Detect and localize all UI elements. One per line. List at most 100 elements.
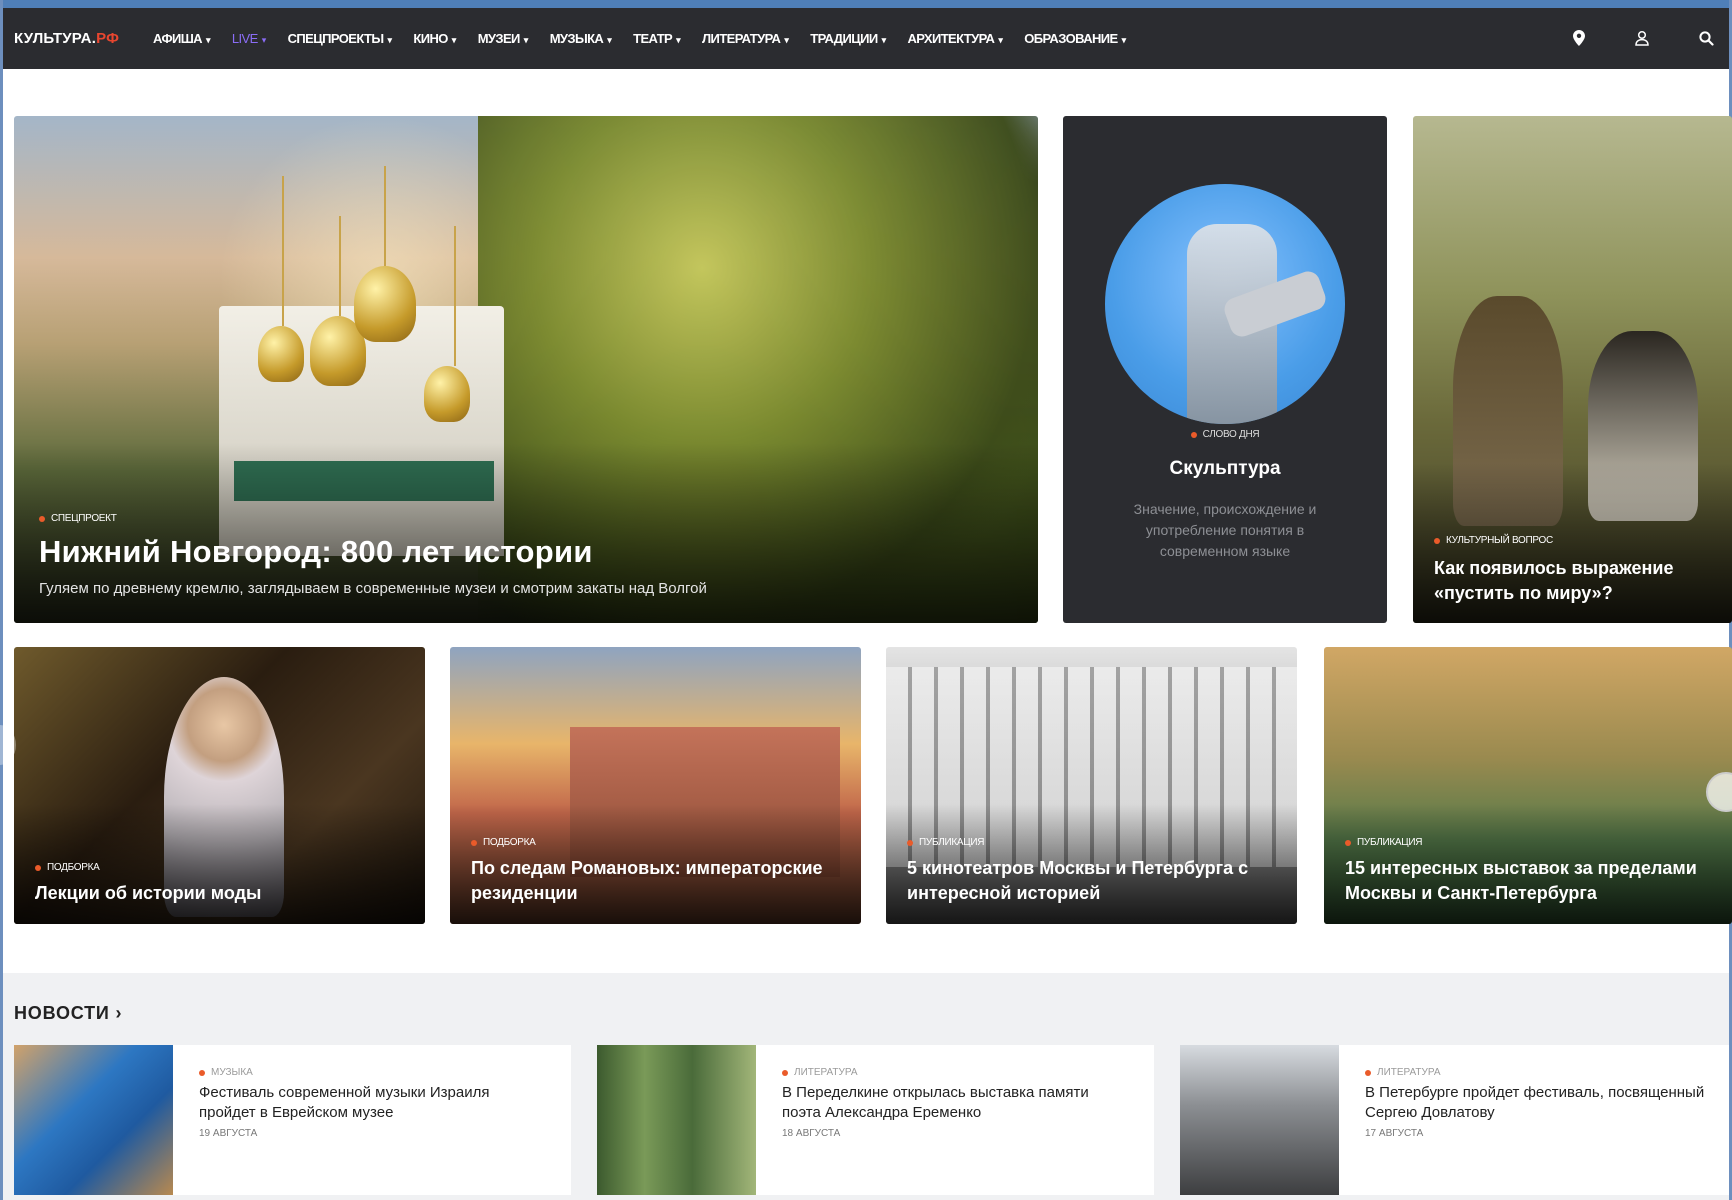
menu-item-label: ТЕАТР	[633, 31, 673, 46]
logo-suffix-text: РФ	[96, 30, 120, 47]
news-tag-label: ЛИТЕРАТУРА	[1377, 1067, 1441, 1078]
menu-item-arkhitektura[interactable]: АРХИТЕКТУРА ▾	[908, 31, 1003, 46]
hero-tag: СПЕЦПРОЕКТ	[39, 513, 117, 524]
chevron-down-icon: ▾	[261, 35, 267, 45]
hero-image-cross	[384, 166, 386, 266]
tag-dot-icon	[471, 839, 477, 846]
news-tag: ЛИТЕРАТУРА	[1365, 1067, 1441, 1078]
word-of-day-tag: СЛОВО ДНЯ	[1063, 429, 1387, 440]
chevron-down-icon: ▾	[387, 35, 392, 45]
menu-item-label: ТРАДИЦИИ	[810, 31, 878, 46]
news-heading-link[interactable]: НОВОСТИ ›	[14, 1003, 122, 1024]
card-tag: ПОДБОРКА	[471, 837, 536, 848]
location-icon[interactable]	[1569, 28, 1589, 48]
tag-dot-icon	[35, 864, 41, 871]
card-romanov-residences[interactable]: ПОДБОРКА По следам Романовых: императорс…	[450, 647, 861, 924]
chevron-down-icon: ▾	[676, 35, 681, 45]
tag-dot-icon	[39, 515, 45, 522]
menu-item-label: МУЗЫКА	[549, 31, 604, 46]
menu-item-muzyka[interactable]: МУЗЫКА ▾	[549, 31, 612, 46]
news-thumbnail	[14, 1045, 173, 1195]
menu-item-muzei[interactable]: МУЗЕИ ▾	[477, 31, 529, 46]
site-logo[interactable]: КУЛЬТУРА.РФ	[14, 30, 119, 47]
chevron-down-icon: ▾	[881, 35, 887, 45]
card-tag-label: ПОДБОРКА	[47, 862, 100, 873]
hero-card[interactable]: СПЕЦПРОЕКТ Нижний Новгород: 800 лет исто…	[14, 116, 1038, 623]
news-section: НОВОСТИ › МУЗЫКА Фестиваль современной м…	[3, 973, 1729, 1200]
menu-item-traditsii[interactable]: ТРАДИЦИИ ▾	[810, 31, 887, 46]
chevron-down-icon: ▾	[451, 35, 457, 45]
hero-image-dome	[354, 266, 416, 342]
hero-image-cross	[339, 216, 341, 316]
tag-dot-icon	[1190, 431, 1197, 438]
card-tag: ПУБЛИКАЦИЯ	[1345, 837, 1422, 848]
tag-dot-icon	[782, 1069, 788, 1076]
menu-item-label: МУЗЕИ	[477, 31, 521, 46]
hero-title: Нижний Новгород: 800 лет истории	[39, 534, 593, 569]
news-date: 17 АВГУСТА	[1365, 1128, 1424, 1139]
news-title: В Петербурге пройдет фестиваль, посвящен…	[1365, 1084, 1705, 1121]
card-exhibitions[interactable]: ПУБЛИКАЦИЯ 15 интересных выставок за пре…	[1324, 647, 1732, 924]
news-date: 19 АВГУСТА	[199, 1128, 258, 1139]
tag-dot-icon	[199, 1069, 205, 1076]
user-icon[interactable]	[1632, 28, 1652, 48]
menu-item-obrazovanie[interactable]: ОБРАЗОВАНИЕ ▾	[1024, 31, 1126, 46]
word-of-day-tag-label: СЛОВО ДНЯ	[1202, 429, 1260, 440]
hero-image-dome	[424, 366, 470, 422]
news-thumbnail	[1180, 1045, 1339, 1195]
chevron-down-icon: ▾	[998, 35, 1003, 45]
tag-dot-icon	[1434, 537, 1440, 544]
menu-item-live[interactable]: LIVE ▾	[232, 31, 266, 46]
chevron-right-icon: ›	[115, 1003, 123, 1023]
news-heading: НОВОСТИ	[14, 1003, 110, 1023]
menu-item-kino[interactable]: КИНО ▾	[413, 31, 457, 46]
news-item[interactable]: МУЗЫКА Фестиваль современной музыки Изра…	[14, 1045, 571, 1195]
word-of-day-card[interactable]: СЛОВО ДНЯ Скульптура Значение, происхожд…	[1063, 116, 1387, 623]
card-tag-label: ПОДБОРКА	[483, 837, 536, 848]
chevron-down-icon: ▾	[607, 35, 612, 45]
card-fashion-lectures[interactable]: ПОДБОРКА Лекции об истории моды	[14, 647, 425, 924]
hero-image-cross	[454, 226, 456, 366]
card-tag-label: ПУБЛИКАЦИЯ	[919, 837, 985, 848]
menu-item-teatr[interactable]: ТЕАТР ▾	[633, 31, 680, 46]
question-tag-label: КУЛЬТУРНЫЙ ВОПРОС	[1446, 535, 1553, 546]
card-cinemas[interactable]: ПУБЛИКАЦИЯ 5 кинотеатров Москвы и Петерб…	[886, 647, 1297, 924]
cultural-question-card[interactable]: КУЛЬТУРНЫЙ ВОПРОС Как появилось выражени…	[1413, 116, 1732, 623]
news-date: 18 АВГУСТА	[782, 1128, 841, 1139]
card-tag-label: ПУБЛИКАЦИЯ	[1357, 837, 1423, 848]
card-title: По следам Романовых: императорские резид…	[471, 858, 823, 903]
top-navigation: КУЛЬТУРА.РФ АФИША ▾ LIVE ▾ СПЕЦПРОЕКТЫ ▾ КИ…	[3, 8, 1729, 69]
question-tag: КУЛЬТУРНЫЙ ВОПРОС	[1434, 535, 1553, 546]
card-title: 15 интересных выставок за пределами Моск…	[1345, 858, 1697, 903]
menu-item-specprojects[interactable]: СПЕЦПРОЕКТЫ ▾	[288, 31, 392, 46]
news-item[interactable]: ЛИТЕРАТУРА В Переделкине открылась выста…	[597, 1045, 1154, 1195]
menu-item-label: АФИША	[153, 31, 203, 46]
tag-dot-icon	[1345, 839, 1351, 846]
news-title: В Переделкине открылась выставка памяти …	[782, 1084, 1089, 1121]
menu-item-label: ОБРАЗОВАНИЕ	[1024, 31, 1118, 46]
chevron-down-icon: ▾	[784, 35, 789, 45]
tag-dot-icon	[1365, 1069, 1371, 1076]
menu-item-label: LIVE	[231, 31, 258, 46]
hero-subtitle: Гуляем по древнему кремлю, заглядываем в…	[39, 580, 707, 597]
hero-tag-label: СПЕЦПРОЕКТ	[51, 513, 117, 524]
card-tag: ПОДБОРКА	[35, 862, 100, 873]
news-item[interactable]: ЛИТЕРАТУРА В Петербурге пройдет фестивал…	[1180, 1045, 1729, 1195]
menu-item-label: КИНО	[413, 31, 448, 46]
menu-item-afisha[interactable]: АФИША ▾	[153, 31, 210, 46]
news-tag-label: МУЗЫКА	[211, 1067, 253, 1078]
word-of-day-image	[1105, 184, 1345, 424]
card-tag: ПУБЛИКАЦИЯ	[907, 837, 984, 848]
word-of-day-title: Скульптура	[1169, 458, 1281, 479]
word-of-day-description: Значение, происхождение и употребление п…	[1133, 501, 1317, 559]
chevron-down-icon: ▾	[523, 35, 529, 45]
card-title: 5 кинотеатров Москвы и Петербурга с инте…	[907, 858, 1249, 903]
card-title: Лекции об истории моды	[35, 883, 262, 903]
search-icon[interactable]	[1696, 28, 1716, 48]
hero-image-dome	[258, 326, 304, 382]
menu-item-literatura[interactable]: ЛИТЕРАТУРА ▾	[702, 31, 789, 46]
menu-item-label: АРХИТЕКТУРА	[907, 31, 995, 46]
news-title: Фестиваль современной музыки Израиля про…	[199, 1084, 490, 1121]
main-menu: АФИША ▾ LIVE ▾ СПЕЦПРОЕКТЫ ▾ КИНО ▾ МУЗЕИ ▾ М…	[153, 8, 1148, 69]
chevron-down-icon: ▾	[205, 35, 211, 45]
